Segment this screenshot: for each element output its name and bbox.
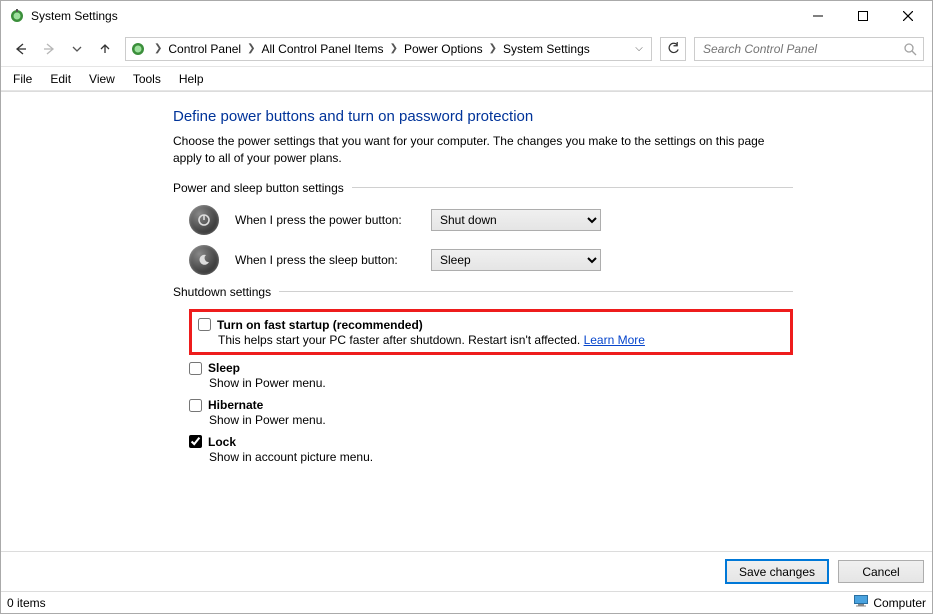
chevron-right-icon: ❯	[487, 43, 499, 54]
breadcrumb-dropdown[interactable]: ⌵	[631, 43, 647, 54]
power-icon	[189, 205, 219, 235]
sleep-desc: Show in Power menu.	[209, 375, 793, 392]
up-button[interactable]	[93, 37, 117, 61]
hibernate-item: Hibernate Show in Power menu.	[189, 398, 793, 429]
chevron-right-icon: ❯	[245, 43, 257, 54]
hibernate-desc: Show in Power menu.	[209, 412, 793, 429]
search-input[interactable]	[701, 41, 903, 57]
back-button[interactable]	[9, 37, 33, 61]
divider	[279, 291, 793, 292]
search-icon	[903, 42, 917, 56]
menubar: File Edit View Tools Help	[1, 67, 932, 91]
section-shutdown: Shutdown settings	[173, 285, 793, 299]
shutdown-settings-list: Turn on fast startup (recommended) This …	[189, 309, 793, 466]
lock-item: Lock Show in account picture menu.	[189, 435, 793, 466]
chevron-right-icon: ❯	[152, 43, 164, 54]
content-area: Define power buttons and turn on passwor…	[1, 91, 932, 551]
power-button-row: When I press the power button: Shut down	[189, 205, 793, 235]
fast-startup-highlight: Turn on fast startup (recommended) This …	[189, 309, 793, 356]
sleep-button-row: When I press the sleep button: Sleep	[189, 245, 793, 275]
app-icon	[9, 8, 25, 24]
breadcrumb-item[interactable]: System Settings	[501, 42, 592, 56]
hibernate-checkbox[interactable]	[189, 399, 202, 412]
close-button[interactable]	[885, 2, 930, 31]
breadcrumb-item[interactable]: All Control Panel Items	[260, 42, 386, 56]
sleep-label: Sleep	[208, 361, 240, 375]
menu-view[interactable]: View	[81, 70, 123, 88]
window-title: System Settings	[31, 9, 118, 23]
fast-startup-label: Turn on fast startup (recommended)	[217, 318, 423, 332]
divider	[352, 187, 793, 188]
status-computer-label: Computer	[873, 596, 926, 610]
sleep-button-label: When I press the sleep button:	[235, 253, 415, 267]
hibernate-label: Hibernate	[208, 398, 263, 412]
content-inner: Define power buttons and turn on passwor…	[173, 108, 793, 466]
menu-tools[interactable]: Tools	[125, 70, 169, 88]
sleep-checkbox[interactable]	[189, 362, 202, 375]
action-row: Save changes Cancel	[1, 551, 932, 591]
monitor-icon	[854, 595, 868, 610]
sleep-button-select[interactable]: Sleep	[431, 249, 601, 271]
statusbar: 0 items Computer	[1, 591, 932, 613]
control-panel-icon	[130, 41, 146, 57]
learn-more-link[interactable]: Learn More	[584, 333, 645, 347]
breadcrumb[interactable]: ❯ Control Panel ❯ All Control Panel Item…	[125, 37, 652, 61]
chevron-right-icon: ❯	[388, 43, 400, 54]
breadcrumb-item[interactable]: Power Options	[402, 42, 485, 56]
menu-help[interactable]: Help	[171, 70, 212, 88]
power-button-label: When I press the power button:	[235, 213, 415, 227]
page-description: Choose the power settings that you want …	[173, 133, 793, 167]
breadcrumb-item[interactable]: Control Panel	[166, 42, 243, 56]
recent-locations-button[interactable]	[65, 37, 89, 61]
section-label: Shutdown settings	[173, 285, 271, 299]
navbar: ❯ Control Panel ❯ All Control Panel Item…	[1, 31, 932, 67]
section-label: Power and sleep button settings	[173, 181, 344, 195]
sleep-icon	[189, 245, 219, 275]
maximize-button[interactable]	[840, 2, 885, 31]
titlebar: System Settings	[1, 1, 932, 31]
sleep-item: Sleep Show in Power menu.	[189, 361, 793, 392]
lock-label: Lock	[208, 435, 236, 449]
status-items: 0 items	[7, 596, 46, 610]
fast-startup-item: Turn on fast startup (recommended) This …	[198, 318, 784, 349]
menu-edit[interactable]: Edit	[42, 70, 79, 88]
fast-startup-desc: This helps start your PC faster after sh…	[218, 332, 784, 349]
refresh-button[interactable]	[660, 37, 686, 61]
page-title: Define power buttons and turn on passwor…	[173, 108, 793, 125]
power-button-select[interactable]: Shut down	[431, 209, 601, 231]
search-box[interactable]	[694, 37, 924, 61]
lock-desc: Show in account picture menu.	[209, 449, 793, 466]
minimize-button[interactable]	[795, 2, 840, 31]
section-power-sleep: Power and sleep button settings	[173, 181, 793, 195]
menu-file[interactable]: File	[5, 70, 40, 88]
status-computer: Computer	[854, 595, 926, 610]
cancel-button[interactable]: Cancel	[838, 560, 924, 583]
lock-checkbox[interactable]	[189, 435, 202, 448]
forward-button[interactable]	[37, 37, 61, 61]
save-button[interactable]: Save changes	[726, 560, 828, 583]
fast-startup-checkbox[interactable]	[198, 318, 211, 331]
